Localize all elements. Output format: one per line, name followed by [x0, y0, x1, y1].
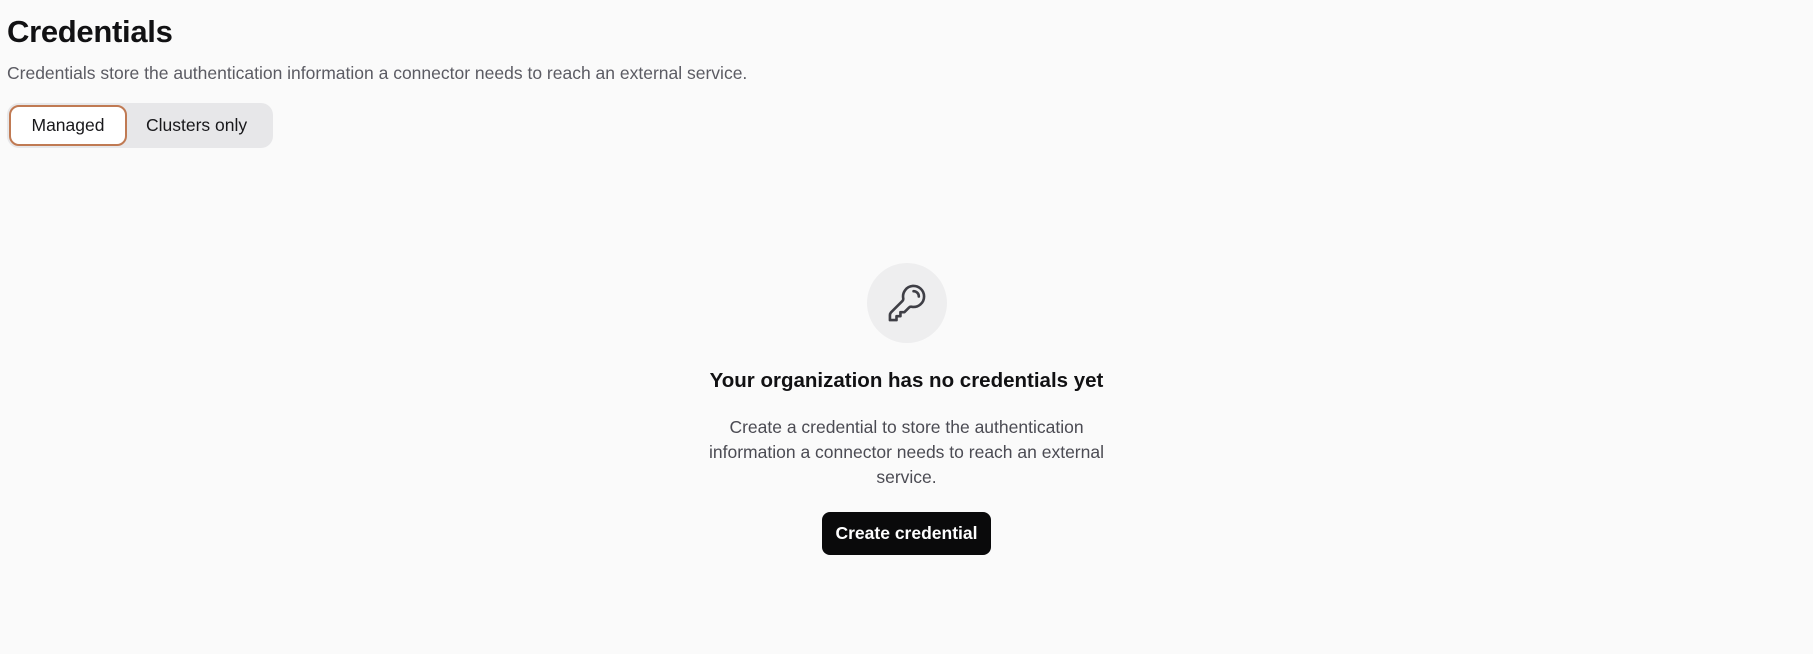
credentials-page: Credentials Credentials store the authen… [0, 0, 1813, 654]
key-icon [888, 284, 925, 322]
empty-state-title: Your organization has no credentials yet [709, 369, 1104, 392]
empty-state-description: Create a credential to store the authent… [709, 417, 1104, 487]
empty-state: Your organization has no credentials yet… [0, 263, 1813, 555]
page-title: Credentials [7, 14, 173, 49]
page-header: Credentials Credentials store the authen… [7, 12, 747, 85]
tab-clusters-only[interactable]: Clusters only [127, 105, 266, 146]
create-credential-button[interactable]: Create credential [822, 512, 991, 555]
empty-state-icon-container [866, 263, 947, 343]
credential-type-toggle: Managed Clusters only [7, 103, 273, 148]
page-subtitle: Credentials store the authentication inf… [7, 63, 748, 83]
tab-managed[interactable]: Managed [9, 105, 127, 146]
